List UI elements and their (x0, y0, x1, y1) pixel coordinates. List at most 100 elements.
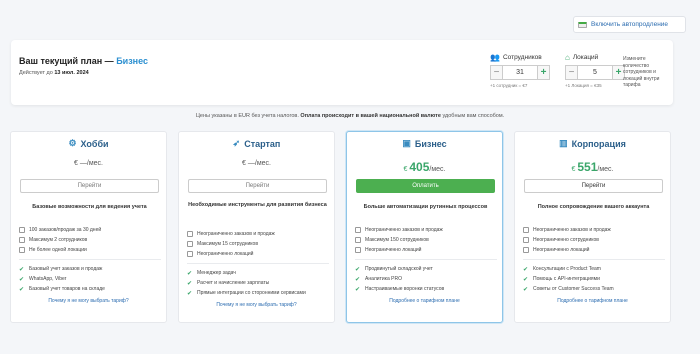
plan-description: Больше автоматизации рутинных процессов (363, 204, 488, 210)
autorenew-label: Включить автопродление (591, 21, 669, 28)
plan-card-1: ⚙ Хобби € —/мес. Перейти Базовые возможности… (10, 131, 167, 323)
employees-decrement-button[interactable]: − (490, 65, 503, 80)
plan-name: ▣ Бизнес (402, 138, 447, 149)
autorenew-button[interactable]: Включить автопродление (573, 16, 686, 33)
plan-more-link[interactable]: Подробнее о тарифном плане (347, 298, 502, 304)
plan-limits: Неограниченно заказов и продаж Максимум 1… (355, 225, 497, 255)
building-icon: ▥ (559, 138, 568, 148)
divider (355, 259, 497, 260)
limit-item: Максимум 150 сотрудников (355, 235, 497, 245)
plan-description: Базовые возможности для ведения учета (32, 204, 147, 210)
plan-limits: Неограниченно заказов и продаж Неограниче… (523, 225, 665, 255)
plan-more-link[interactable]: Почему я не могу выбрать тариф? (179, 302, 334, 308)
checkmark-icon: ✔ (19, 276, 25, 283)
switch-plan-button[interactable]: Перейти (524, 179, 663, 193)
plan-price: € —/мес. (242, 160, 271, 167)
plan-description: Необходимые инструменты для развития биз… (188, 202, 327, 208)
checkmark-icon: ✔ (19, 286, 25, 293)
checkmark-icon: ✔ (523, 266, 529, 273)
limit-icon (19, 227, 25, 233)
feature-item: ✔ Продвинутый складской учет (355, 266, 433, 273)
checkmark-icon: ✔ (523, 276, 529, 283)
plan-features: ✔ Продвинутый складской учет ✔ Аналитика PR… (355, 264, 497, 294)
employees-control: 👥 Сотрудников − 31 + +1 сотрудник = €7 (490, 52, 550, 88)
pay-button[interactable]: Оплатить (356, 179, 495, 193)
limit-icon (187, 241, 193, 247)
switch-plan-button[interactable]: Перейти (20, 179, 159, 193)
limit-icon (19, 237, 25, 243)
limit-item: Неограниченно локаций (355, 245, 497, 255)
checkmark-icon: ✔ (355, 276, 361, 283)
credit-card-icon (578, 21, 587, 28)
divider (19, 259, 161, 260)
employees-count-input[interactable]: 31 (503, 65, 537, 80)
plan-price: € 405/мес. (403, 160, 446, 174)
locations-decrement-button[interactable]: − (565, 65, 578, 80)
limit-item: Неограниченно локаций (523, 245, 665, 255)
limit-icon (355, 237, 361, 243)
limit-icon (355, 227, 361, 233)
change-counts-note: Измените количество сотрудников и локаци… (623, 56, 660, 88)
feature-item: ✔ Базовый учет заказов и продаж (19, 266, 103, 273)
checkmark-icon: ✔ (19, 266, 25, 273)
limit-icon (523, 227, 529, 233)
plan-name: ⚙ Хобби (68, 138, 109, 149)
feature-item: ✔ Прямые интеграции со сторонними сервиса… (187, 290, 306, 297)
limit-item: 100 заказов/продаж за 30 дней (19, 225, 161, 235)
feature-item: ✔ Консультации с Product Team (523, 266, 601, 273)
limit-item: Максимум 2 сотрудников (19, 235, 161, 245)
checkmark-icon: ✔ (187, 280, 193, 287)
price-note: Цены указаны в EUR без учета налогов. Оп… (195, 113, 505, 119)
feature-item: ✔ Настраиваемые воронки статусов (355, 286, 445, 293)
plan-name: ➶ Стартап (232, 138, 281, 149)
switch-plan-button[interactable]: Перейти (188, 179, 327, 193)
divider (523, 259, 665, 260)
plan-more-link[interactable]: Почему я не могу выбрать тариф? (11, 298, 166, 304)
employees-price-hint: +1 сотрудник = €7 (490, 83, 528, 88)
locations-price-hint: +1 Локация = €35 (565, 83, 602, 88)
employees-increment-button[interactable]: + (537, 65, 550, 80)
checkmark-icon: ✔ (355, 266, 361, 273)
plan-valid-until: Действует до 13 июл. 2024 (19, 70, 89, 76)
rocket-icon: ➶ (232, 138, 241, 148)
feature-item: ✔ Менеджер задач (187, 270, 236, 277)
limit-icon (187, 231, 193, 237)
locations-control: ⌂ Локаций − 5 + +1 Локация = €35 (565, 52, 625, 88)
limit-item: Неограниченно заказов и продаж (187, 229, 329, 239)
feature-item: ✔ Аналитика PRO (355, 276, 402, 283)
limit-item: Неограниченно сотрудников (523, 235, 665, 245)
briefcase-icon: ▣ (402, 138, 411, 148)
plan-description: Полное сопровождение вашего аккаунта (537, 204, 650, 210)
locations-count-input[interactable]: 5 (578, 65, 612, 80)
limit-item: Максимум 15 сотрудников (187, 239, 329, 249)
feature-item: ✔ Расчет и начисление зарплаты (187, 280, 270, 287)
plan-features: ✔ Консультации с Product Team ✔ Помощь с AP… (523, 264, 665, 294)
current-plan-name: Бизнес (116, 56, 149, 66)
limit-item: Неограниченно локаций (187, 249, 329, 259)
limit-icon (355, 247, 361, 253)
checkmark-icon: ✔ (187, 290, 193, 297)
current-plan-panel: Ваш текущий план — Бизнес Действует до 1… (11, 40, 673, 105)
feature-item: ✔ Помощь с API-интеграциями (523, 276, 600, 283)
limit-item: Не более одной локации (19, 245, 161, 255)
feature-item: ✔ WhatsApp, Viber (19, 276, 67, 283)
plan-features: ✔ Менеджер задач ✔ Расчет и начисление зарп… (187, 268, 329, 298)
plan-card-3: ▣ Бизнес € 405/мес. Оплатить Больше автомати… (346, 131, 503, 323)
limit-item: Неограниченно заказов и продаж (355, 225, 497, 235)
bicycle-icon: ⚙ (68, 138, 77, 148)
limit-icon (523, 247, 529, 253)
checkmark-icon: ✔ (355, 286, 361, 293)
feature-item: ✔ Базовый учет товаров на складе (19, 286, 105, 293)
plan-more-link[interactable]: Подробнее о тарифном плане (515, 298, 670, 304)
plan-limits: 100 заказов/продаж за 30 дней Максимум 2 … (19, 225, 161, 255)
plan-price: € —/мес. (74, 160, 103, 167)
plan-name: ▥ Корпорация (559, 138, 626, 149)
checkmark-icon: ✔ (523, 286, 529, 293)
plan-limits: Неограниченно заказов и продаж Максимум 1… (187, 229, 329, 259)
checkmark-icon: ✔ (187, 270, 193, 277)
limit-icon (187, 251, 193, 257)
users-icon: 👥 (490, 52, 500, 62)
limit-icon (523, 237, 529, 243)
location-pin-icon: ⌂ (565, 52, 570, 62)
plan-card-4: ▥ Корпорация € 551/мес. Перейти Полное сопро… (514, 131, 671, 323)
